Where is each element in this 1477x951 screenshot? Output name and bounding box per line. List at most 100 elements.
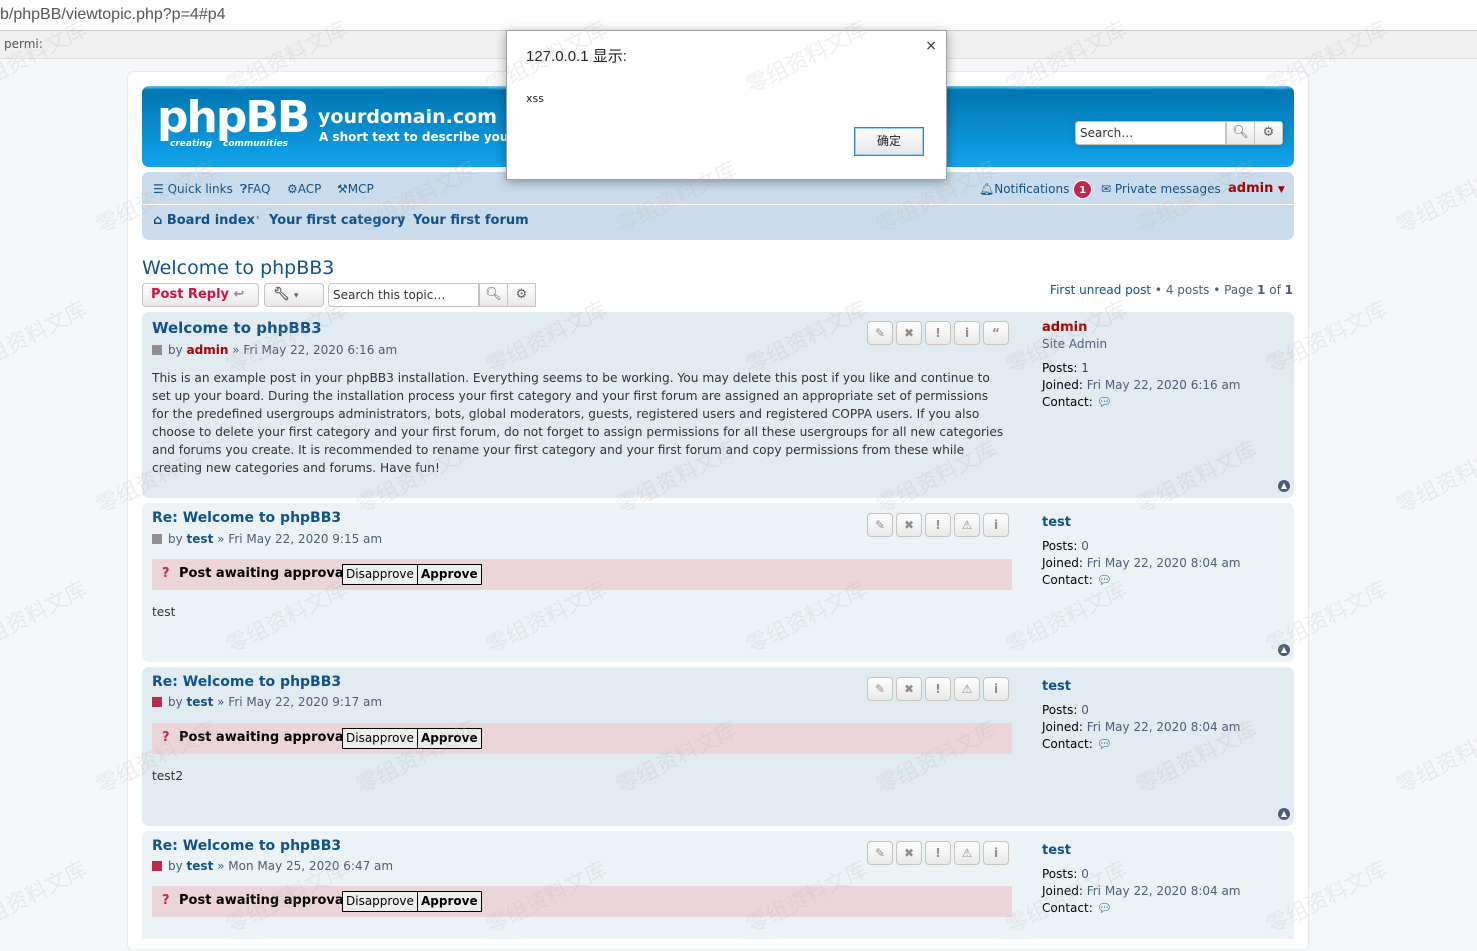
joined-value: Fri May 22, 2020 8:04 am: [1086, 720, 1241, 734]
post-reply-button[interactable]: Post Reply ↩: [142, 283, 259, 307]
crumb-category[interactable]: Your first category: [269, 213, 406, 228]
crumb-label: Board index: [166, 213, 255, 228]
url-text[interactable]: b/phpBB/viewtopic.php?p=4#p4: [0, 6, 226, 24]
disapprove-button[interactable]: Disapprove: [342, 891, 418, 912]
approve-button[interactable]: Approve: [417, 891, 482, 912]
info-button[interactable]: i: [983, 677, 1009, 701]
info-icon: i: [993, 682, 999, 696]
info-button[interactable]: i: [983, 513, 1009, 537]
edit-button[interactable]: ✎: [867, 513, 893, 537]
pencil-icon: ✎: [874, 682, 886, 696]
author-link[interactable]: test: [187, 859, 214, 873]
profile-posts: Posts: 1: [1042, 360, 1241, 377]
approval-label: Post awaiting approval:: [179, 730, 354, 745]
approve-button[interactable]: Approve: [417, 728, 482, 749]
topic-tools-button[interactable]: 🔧︎ ▾: [264, 283, 324, 307]
profile-username[interactable]: admin: [1042, 319, 1241, 336]
warn-button[interactable]: ⚠︎: [954, 513, 980, 537]
dialog-ok-button[interactable]: 确定: [854, 127, 924, 156]
info-button[interactable]: i: [983, 841, 1009, 865]
author-link[interactable]: test: [187, 695, 214, 709]
delete-button[interactable]: ✖: [896, 677, 922, 701]
posts-label: Posts:: [1042, 361, 1078, 375]
site-name: yourdomain.com: [318, 106, 497, 128]
site-logo[interactable]: phpBB creating communities: [157, 92, 310, 154]
joined-label: Joined:: [1042, 884, 1083, 898]
approval-bar: ? Post awaiting approval: Disapprove App…: [152, 559, 1012, 590]
back-to-top-icon[interactable]: ▲: [1278, 808, 1290, 820]
topic-title[interactable]: Welcome to phpBB3: [142, 257, 334, 279]
post-title[interactable]: Welcome to phpBB3: [152, 319, 322, 337]
post-title[interactable]: Re: Welcome to phpBB3: [152, 510, 341, 526]
mcp-link[interactable]: ⚒MCP: [337, 182, 374, 196]
page-total: 1: [1284, 283, 1293, 297]
report-button[interactable]: !: [925, 841, 951, 865]
gavel-icon: ⚒: [337, 182, 348, 196]
disapprove-button[interactable]: Disapprove: [342, 728, 418, 749]
posts-value: 0: [1081, 703, 1089, 717]
back-to-top-icon[interactable]: ▲: [1278, 480, 1290, 492]
edit-button[interactable]: ✎: [867, 677, 893, 701]
author-link[interactable]: admin: [187, 343, 229, 357]
mcp-label: MCP: [347, 182, 374, 196]
close-icon: ✖: [903, 518, 915, 532]
post: Welcome to phpBB3 by admin » Fri May 22,…: [142, 312, 1294, 498]
private-messages-link[interactable]: ✉ Private messages: [1101, 182, 1221, 196]
crumb-separator-icon: ‹: [256, 213, 260, 223]
chat-bubble-icon[interactable]: 💬︎: [1097, 395, 1112, 409]
search-input[interactable]: [1075, 121, 1226, 145]
posts-value: 0: [1081, 867, 1089, 881]
report-button[interactable]: !: [925, 677, 951, 701]
delete-button[interactable]: ✖: [896, 841, 922, 865]
info-button[interactable]: i: [954, 321, 980, 345]
chat-bubble-icon[interactable]: 💬︎: [1097, 737, 1112, 751]
post-date: » Fri May 22, 2020 9:15 am: [217, 532, 383, 546]
user-menu[interactable]: admin ▼: [1228, 181, 1285, 196]
crumb-board-index[interactable]: ⌂ Board index: [153, 213, 255, 228]
acp-link[interactable]: ⚙ACP: [287, 182, 321, 196]
topic-advanced-search-button[interactable]: ⚙: [507, 283, 536, 307]
crumb-forum[interactable]: Your first forum: [413, 213, 529, 228]
first-unread-link[interactable]: First unread post: [1050, 283, 1151, 297]
quick-links-label: Quick links: [167, 182, 233, 196]
by-label: by: [168, 695, 183, 709]
posts-value[interactable]: 1: [1081, 361, 1089, 375]
profile-username[interactable]: test: [1042, 678, 1241, 695]
pencil-icon: ✎: [874, 326, 886, 340]
address-bar[interactable]: b/phpBB/viewtopic.php?p=4#p4: [0, 0, 1477, 31]
quick-links[interactable]: ☰ Quick links: [153, 182, 233, 196]
dialog-close-button[interactable]: ×: [925, 38, 937, 54]
post-unread-icon: [152, 861, 162, 871]
chat-bubble-icon[interactable]: 💬︎: [1097, 573, 1112, 587]
approve-button[interactable]: Approve: [417, 564, 482, 585]
edit-button[interactable]: ✎: [867, 841, 893, 865]
topic-search-input[interactable]: [328, 283, 479, 307]
header-search: 🔍︎ ⚙: [1075, 121, 1283, 145]
profile-username[interactable]: test: [1042, 514, 1241, 531]
dialog-title: 127.0.0.1 显示:: [526, 48, 627, 65]
disapprove-button[interactable]: Disapprove: [342, 564, 418, 585]
watermark-text: 零组资料文库: [0, 857, 92, 940]
chat-bubble-icon[interactable]: 💬︎: [1097, 901, 1112, 915]
post-title[interactable]: Re: Welcome to phpBB3: [152, 838, 341, 854]
warn-button[interactable]: ⚠︎: [954, 841, 980, 865]
delete-button[interactable]: ✖: [896, 513, 922, 537]
profile-username[interactable]: test: [1042, 842, 1241, 859]
report-button[interactable]: !: [925, 321, 951, 345]
quote-button[interactable]: “: [983, 321, 1009, 345]
search-button[interactable]: 🔍︎: [1226, 121, 1255, 145]
post-author: by test » Fri May 22, 2020 9:15 am: [152, 532, 382, 546]
pagination: First unread post • 4 posts • Page 1 of …: [1050, 283, 1293, 297]
edit-button[interactable]: ✎: [867, 321, 893, 345]
delete-button[interactable]: ✖: [896, 321, 922, 345]
author-link[interactable]: test: [187, 532, 214, 546]
warn-button[interactable]: ⚠︎: [954, 677, 980, 701]
advanced-search-button[interactable]: ⚙: [1254, 121, 1283, 145]
faq-link[interactable]: ❓︎FAQ: [240, 182, 270, 197]
back-to-top-icon[interactable]: ▲: [1278, 644, 1290, 656]
notifications-link[interactable]: 🔔︎Notifications 1: [979, 180, 1093, 199]
topic-search-button[interactable]: 🔍︎: [479, 283, 508, 307]
bookmark-item[interactable]: permi:: [4, 37, 43, 51]
report-button[interactable]: !: [925, 513, 951, 537]
post-title[interactable]: Re: Welcome to phpBB3: [152, 674, 341, 690]
